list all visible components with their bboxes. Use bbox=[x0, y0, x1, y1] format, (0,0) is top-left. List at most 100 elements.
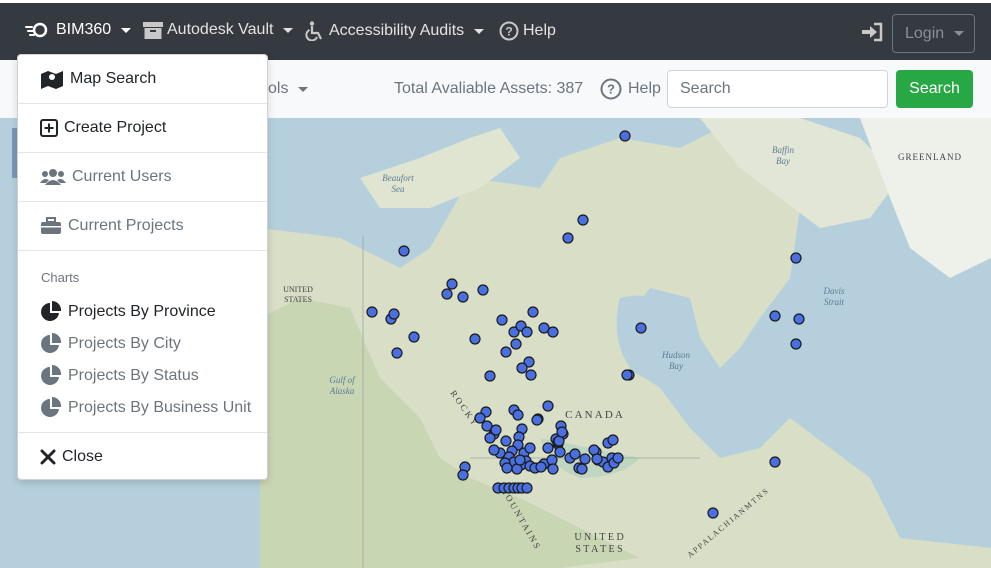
project-marker[interactable] bbox=[501, 462, 513, 474]
login-dropdown[interactable]: Login bbox=[892, 14, 975, 53]
project-marker[interactable] bbox=[457, 469, 469, 481]
current-users-item[interactable]: Current Users bbox=[18, 153, 267, 201]
project-marker[interactable] bbox=[547, 463, 559, 475]
pie-chart-icon bbox=[41, 397, 62, 417]
project-marker[interactable] bbox=[527, 306, 539, 318]
search-input[interactable] bbox=[667, 70, 888, 108]
projects-by-city-item[interactable]: Projects By City bbox=[40, 333, 181, 355]
project-marker[interactable] bbox=[500, 435, 512, 447]
project-marker[interactable] bbox=[577, 214, 589, 226]
project-marker[interactable] bbox=[790, 252, 802, 264]
project-marker[interactable] bbox=[612, 452, 624, 464]
project-marker[interactable] bbox=[621, 369, 633, 381]
create-project-item[interactable]: Create Project bbox=[18, 104, 267, 152]
projects-by-province-item[interactable]: Projects By Province bbox=[40, 301, 216, 323]
project-marker[interactable] bbox=[542, 442, 554, 454]
archive-icon bbox=[143, 22, 163, 39]
projects-by-status-item[interactable]: Projects By Status bbox=[40, 365, 199, 387]
create-project-label: Create Project bbox=[64, 119, 167, 136]
map-label-gulf-of: Gulf of bbox=[329, 375, 356, 385]
accessibility-audits-label: Accessibility Audits bbox=[329, 22, 465, 39]
project-marker[interactable] bbox=[554, 446, 566, 458]
project-marker[interactable] bbox=[635, 322, 647, 334]
project-marker[interactable] bbox=[510, 338, 522, 350]
project-marker[interactable] bbox=[591, 453, 603, 465]
map-search-label: Map Search bbox=[70, 70, 157, 87]
project-marker[interactable] bbox=[514, 454, 526, 466]
charts-header: Charts bbox=[41, 270, 80, 285]
project-marker[interactable] bbox=[388, 308, 400, 320]
project-marker[interactable] bbox=[500, 346, 512, 358]
project-marker[interactable] bbox=[496, 314, 508, 326]
svg-text:?: ? bbox=[505, 25, 512, 39]
project-marker[interactable] bbox=[488, 444, 500, 456]
current-projects-item[interactable]: Current Projects bbox=[18, 202, 267, 250]
project-marker[interactable] bbox=[474, 412, 486, 424]
map-label-united2: U N I T E D bbox=[574, 532, 623, 543]
project-marker[interactable] bbox=[619, 130, 631, 142]
toolbar-help-link[interactable]: ? Help bbox=[600, 78, 661, 100]
project-marker[interactable] bbox=[469, 333, 481, 345]
project-marker[interactable] bbox=[576, 463, 588, 475]
close-label: Close bbox=[62, 448, 103, 465]
wheelchair-icon bbox=[305, 21, 322, 41]
plus-square-icon bbox=[40, 119, 58, 137]
project-marker[interactable] bbox=[525, 369, 537, 381]
project-marker[interactable] bbox=[477, 284, 489, 296]
project-marker[interactable] bbox=[524, 442, 536, 454]
project-marker[interactable] bbox=[441, 288, 453, 300]
map-label-baffin: Baffin bbox=[772, 145, 794, 155]
project-marker[interactable] bbox=[521, 482, 533, 494]
tools-menu[interactable]: ols bbox=[268, 80, 309, 98]
project-marker[interactable] bbox=[512, 409, 524, 421]
projects-by-business-unit-label: Projects By Business Unit bbox=[68, 399, 252, 416]
question-circle-icon: ? bbox=[499, 21, 519, 41]
pie-chart-icon bbox=[41, 365, 62, 385]
project-marker[interactable] bbox=[408, 331, 420, 343]
project-marker[interactable] bbox=[366, 306, 378, 318]
toolbar-help-label: Help bbox=[628, 80, 661, 97]
bim360-label: BIM360 bbox=[56, 21, 112, 38]
project-marker[interactable] bbox=[398, 245, 410, 257]
close-icon bbox=[40, 449, 56, 465]
project-marker[interactable] bbox=[547, 326, 559, 338]
project-marker[interactable] bbox=[769, 310, 781, 322]
search-button[interactable]: Search bbox=[896, 70, 973, 108]
projects-by-business-unit-item[interactable]: Projects By Business Unit bbox=[40, 397, 251, 419]
project-marker[interactable] bbox=[484, 370, 496, 382]
chevron-down-icon bbox=[954, 31, 965, 36]
project-marker[interactable] bbox=[793, 313, 805, 325]
project-marker[interactable] bbox=[457, 291, 469, 303]
help-link[interactable]: ? Help bbox=[499, 21, 556, 41]
project-marker[interactable] bbox=[569, 448, 581, 460]
accessibility-audits-menu[interactable]: Accessibility Audits bbox=[305, 21, 485, 41]
project-marker[interactable] bbox=[391, 347, 403, 359]
project-marker[interactable] bbox=[607, 434, 619, 446]
svg-text:?: ? bbox=[607, 82, 615, 97]
project-marker[interactable] bbox=[769, 456, 781, 468]
current-users-label: Current Users bbox=[72, 168, 172, 185]
project-marker[interactable] bbox=[707, 507, 719, 519]
project-marker[interactable] bbox=[531, 414, 543, 426]
chevron-down-icon bbox=[283, 27, 294, 33]
project-marker[interactable] bbox=[535, 461, 547, 473]
projects-by-province-label: Projects By Province bbox=[68, 303, 216, 320]
project-marker[interactable] bbox=[484, 432, 496, 444]
project-marker[interactable] bbox=[542, 400, 554, 412]
project-marker[interactable] bbox=[516, 362, 528, 374]
bim360-menu[interactable]: BIM360 bbox=[24, 21, 132, 39]
project-marker[interactable] bbox=[446, 278, 458, 290]
map-label-hudson: Hudson bbox=[661, 350, 691, 360]
autodesk-vault-menu[interactable]: Autodesk Vault bbox=[143, 21, 294, 39]
project-marker[interactable] bbox=[562, 232, 574, 244]
project-marker[interactable] bbox=[556, 426, 568, 438]
map-label-hudson-bay: Bay bbox=[669, 361, 683, 371]
map-label-states2: S T A T E S bbox=[575, 544, 622, 555]
project-marker[interactable] bbox=[521, 326, 533, 338]
chevron-down-icon bbox=[474, 28, 485, 34]
project-marker[interactable] bbox=[790, 338, 802, 350]
map-search-item[interactable]: Map Search bbox=[18, 55, 267, 103]
project-marker[interactable] bbox=[579, 453, 591, 465]
close-item[interactable]: Close bbox=[18, 433, 267, 481]
map-label-baffin-bay: Bay bbox=[776, 156, 790, 166]
